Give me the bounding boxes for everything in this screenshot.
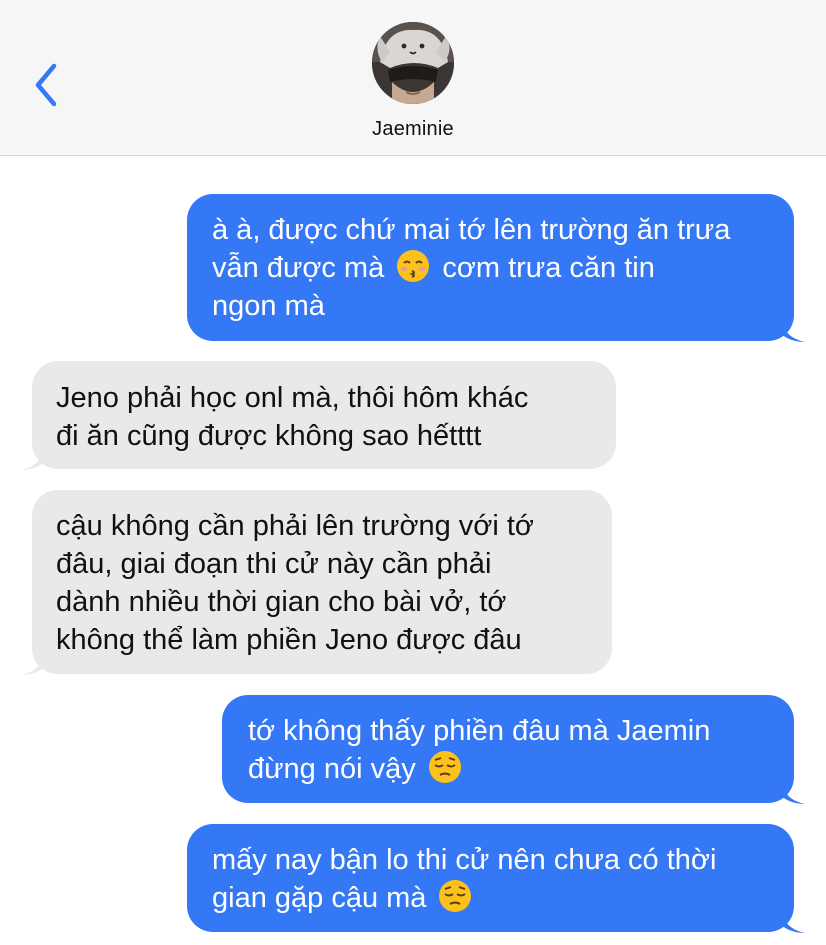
message-text-part: tớ không thấy phiền đâu mà Jaemin đừng n… bbox=[248, 715, 711, 785]
outgoing-message-bubble[interactable]: à à, được chứ mai tớ lên trường ăn trưa … bbox=[187, 194, 805, 342]
outgoing-message-bubble[interactable]: tớ không thấy phiền đâu mà Jaemin đừng n… bbox=[222, 695, 805, 804]
message-text: mấy nay bận lo thi cử nên chưa có thời g… bbox=[212, 841, 770, 917]
outgoing-message-bubble[interactable]: mấy nay bận lo thi cử nên chưa có thời g… bbox=[187, 824, 805, 933]
back-button[interactable] bbox=[30, 62, 64, 108]
chevron-left-icon bbox=[35, 63, 57, 107]
bubble-tail bbox=[781, 782, 805, 804]
bubble-tail bbox=[21, 653, 45, 675]
contact-name[interactable]: Jaeminie bbox=[0, 118, 826, 141]
bubble-tail bbox=[781, 320, 805, 342]
bubble-tail bbox=[781, 911, 805, 933]
incoming-message-bubble[interactable]: cậu không cần phải lên trường với tớ đâu… bbox=[21, 490, 612, 675]
conversation-header: Jaeminie bbox=[0, 0, 826, 156]
bubble-tail bbox=[21, 448, 45, 470]
pensive-face-emoji bbox=[438, 879, 472, 913]
incoming-message-bubble[interactable]: Jeno phải học onl mà, thôi hôm khác đi ă… bbox=[21, 361, 616, 470]
message-text: à à, được chứ mai tớ lên trường ăn trưa … bbox=[212, 211, 770, 325]
kissing-closed-eyes-emoji bbox=[396, 249, 430, 283]
avatar[interactable] bbox=[372, 22, 454, 104]
avatar-image bbox=[372, 22, 454, 104]
message-text: tớ không thấy phiền đâu mà Jaemin đừng n… bbox=[248, 712, 770, 788]
message-thread[interactable]: à à, được chứ mai tớ lên trường ăn trưa … bbox=[0, 156, 826, 945]
message-text: Jeno phải học onl mà, thôi hôm khác đi ă… bbox=[56, 382, 529, 452]
message-text: cậu không cần phải lên trường với tớ đâu… bbox=[56, 510, 534, 656]
pensive-face-emoji bbox=[428, 750, 462, 784]
